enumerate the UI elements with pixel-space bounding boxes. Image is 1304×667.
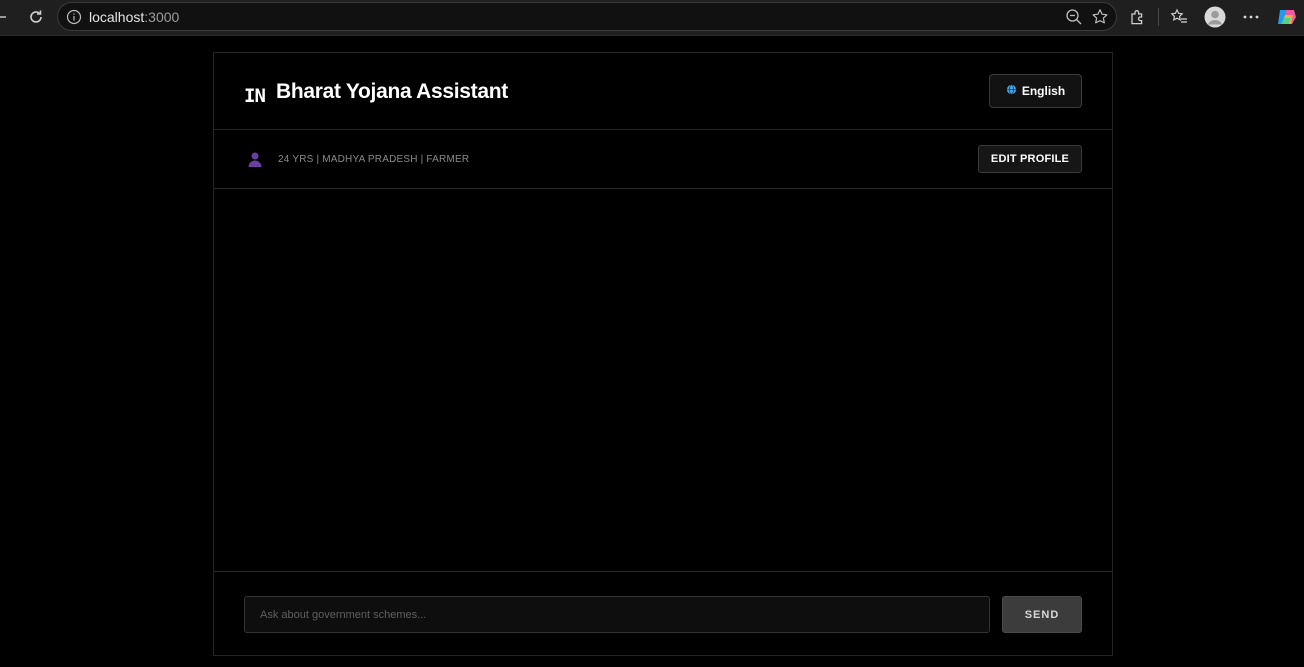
profile-summary: 24 YRS | MADHYA PRADESH | FARMER (278, 154, 470, 165)
profile-avatar-icon[interactable] (1204, 6, 1226, 28)
send-button[interactable]: SEND (1002, 596, 1082, 633)
assistant-app: IN Bharat Yojana Assistant English 24 YR… (213, 52, 1113, 656)
extensions-puzzle-icon[interactable] (1127, 6, 1149, 28)
language-label: English (1021, 84, 1066, 98)
more-options-icon[interactable] (1240, 6, 1262, 28)
browser-toolbar: localhost:3000 (0, 0, 1304, 36)
toolbar-divider (1158, 8, 1159, 26)
favorites-list-icon[interactable] (1168, 6, 1190, 28)
message-composer: SEND (214, 571, 1112, 655)
globe-icon (1006, 82, 1017, 100)
back-arrow-icon[interactable] (0, 16, 6, 18)
language-button[interactable]: English (989, 74, 1082, 108)
reload-icon[interactable] (26, 7, 46, 27)
profile-bar: 24 YRS | MADHYA PRADESH | FARMER EDIT PR… (214, 130, 1112, 189)
zoom-icon[interactable] (1065, 8, 1083, 26)
person-icon (247, 151, 263, 167)
url-host: localhost (89, 9, 145, 25)
page-title: Bharat Yojana Assistant (276, 80, 508, 103)
info-icon[interactable] (66, 9, 82, 25)
copilot-icon[interactable] (1276, 6, 1298, 28)
url-text[interactable]: localhost:3000 (89, 9, 179, 25)
flag-code: IN (244, 85, 266, 107)
message-input[interactable] (244, 596, 990, 633)
app-header: IN Bharat Yojana Assistant English (214, 53, 1112, 130)
url-port: :3000 (144, 9, 180, 25)
address-bar[interactable]: localhost:3000 (57, 2, 1117, 31)
edit-profile-button[interactable]: EDIT PROFILE (978, 145, 1082, 173)
chat-messages-area (214, 189, 1112, 572)
favorite-star-icon[interactable] (1091, 8, 1109, 26)
